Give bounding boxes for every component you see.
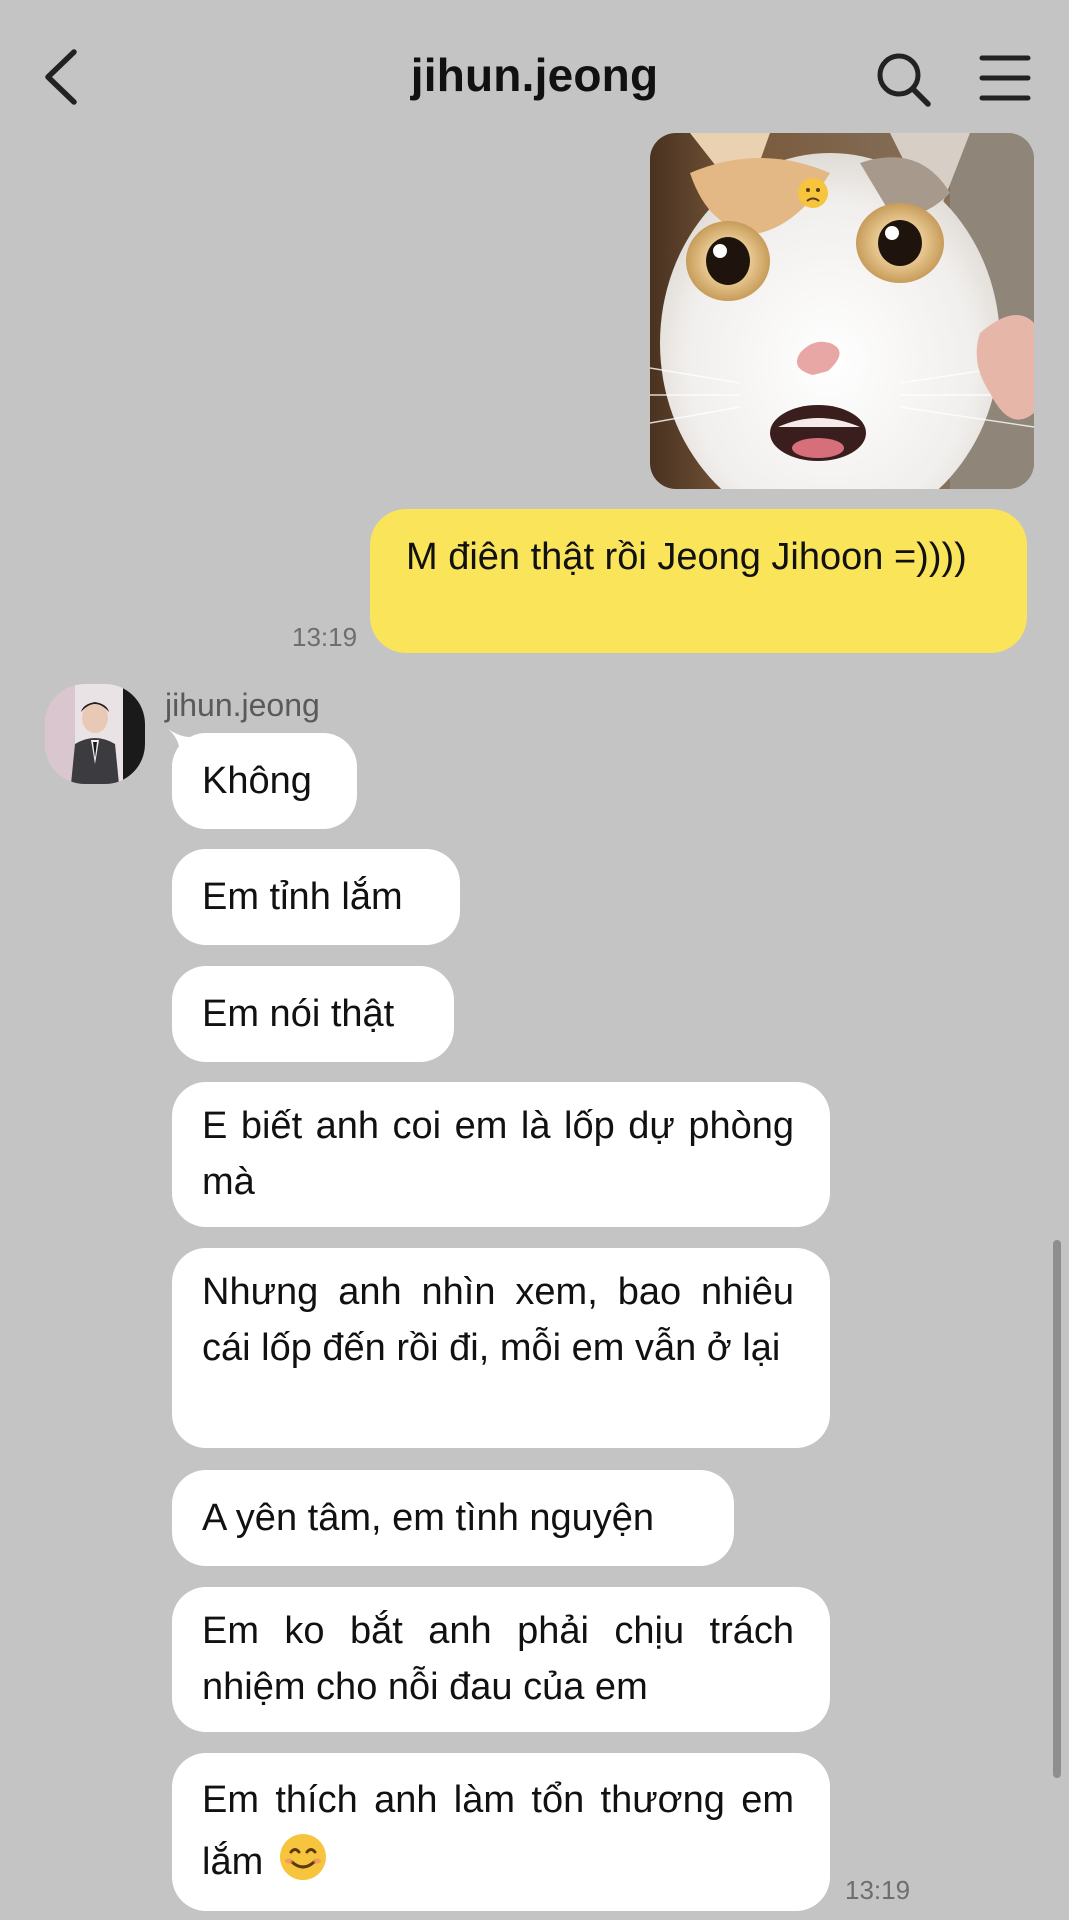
received-message-bubble[interactable]: E biết anh coi em là lốp dự phòng mà (172, 1082, 830, 1227)
sender-name: jihun.jeong (165, 687, 320, 723)
received-message-text: Không (202, 760, 312, 802)
sent-message-text: M điên thật rồi Jeong Jihoon =)))) (406, 536, 967, 578)
received-timestamp: 13:19 (845, 1875, 911, 1905)
search-button[interactable] (874, 50, 934, 110)
received-message-text: A yên tâm, em tình nguyện (202, 1497, 655, 1539)
received-message-bubble[interactable]: Em tỉnh lắm (172, 849, 460, 945)
sent-photo[interactable] (650, 133, 1034, 489)
search-icon (877, 53, 931, 107)
profile-avatar-image (45, 684, 145, 784)
received-message-bubble[interactable]: Em ko bắt anh phải chịu trách nhiệm cho … (172, 1587, 830, 1732)
sent-message-bubble[interactable]: M điên thật rồi Jeong Jihoon =)))) (370, 509, 1027, 653)
cat-photo-image (650, 133, 1034, 489)
chat-header: jihun.jeong (0, 0, 1069, 130)
received-message-text: Nhưng anh nhìn xem, bao nhiêu cái lốp đế… (202, 1271, 794, 1369)
hamburger-menu-icon (979, 55, 1031, 101)
received-message-text: Em thích anh làm tổn thương em lắm (202, 1769, 794, 1893)
received-message-bubble[interactable]: Em nói thật (172, 966, 454, 1062)
received-message-text: Em ko bắt anh phải chịu trách nhiệm cho … (202, 1610, 794, 1708)
avatar[interactable] (45, 684, 145, 784)
received-message-bubble[interactable]: Không (172, 733, 357, 829)
received-message-bubble[interactable]: Nhưng anh nhìn xem, bao nhiêu cái lốp đế… (172, 1248, 830, 1448)
received-message-bubble[interactable]: A yên tâm, em tình nguyện (172, 1470, 734, 1566)
received-message-bubble[interactable]: Em thích anh làm tổn thương em lắm (172, 1753, 830, 1911)
received-message-text: E biết anh coi em là lốp dự phòng mà (202, 1105, 794, 1203)
received-message-text: Em tỉnh lắm (202, 876, 403, 918)
smiling-face-icon (279, 1834, 326, 1880)
scrollbar[interactable] (1053, 1240, 1061, 1778)
sent-timestamp: 13:19 (292, 622, 358, 652)
menu-button[interactable] (978, 52, 1032, 104)
received-message-text: Em nói thật (202, 993, 395, 1035)
